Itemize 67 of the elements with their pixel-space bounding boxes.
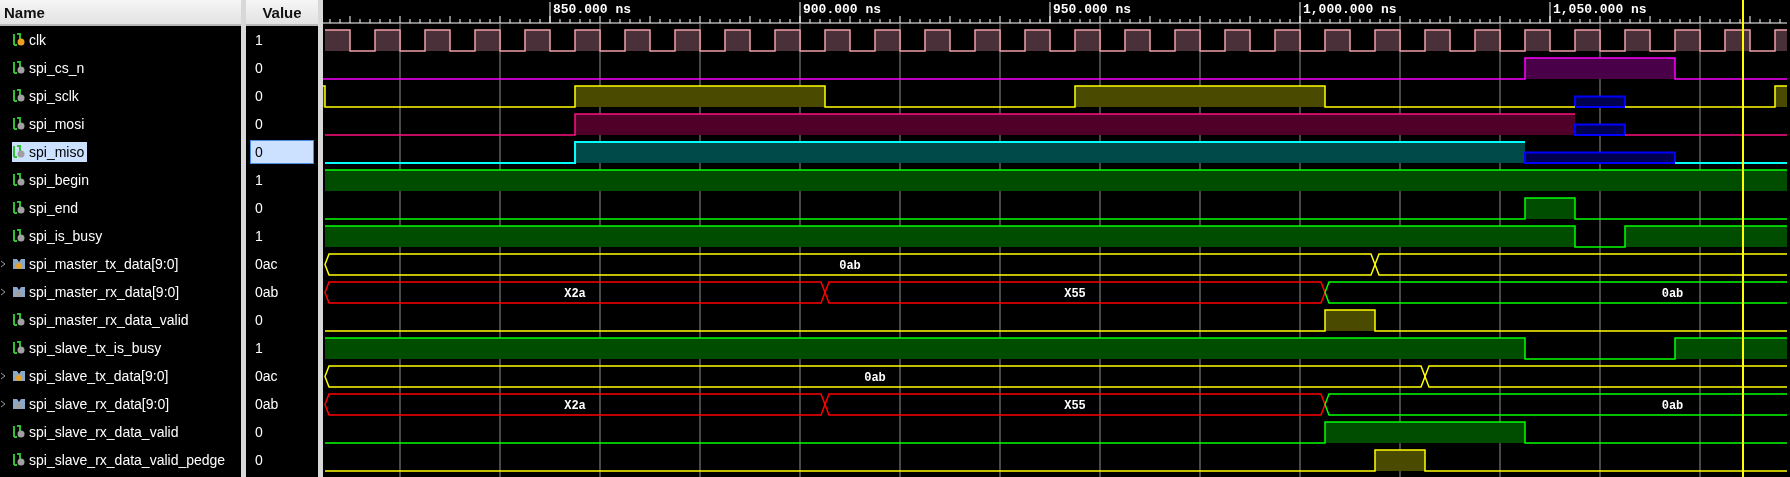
time-label: 1,000.000 ns: [1303, 2, 1397, 17]
signal-name[interactable]: spi_master_tx_data[9:0]: [12, 254, 182, 274]
signal-name[interactable]: spi_begin: [12, 170, 92, 190]
signal-value[interactable]: 1: [250, 336, 314, 360]
expand-icon[interactable]: [0, 372, 6, 380]
signal-name[interactable]: spi_slave_rx_data_valid_pedge: [12, 450, 229, 470]
expand-icon[interactable]: [0, 260, 6, 268]
time-label: 850.000 ns: [553, 2, 631, 17]
signal-value[interactable]: 0ac: [250, 364, 314, 388]
time-label: 900.000 ns: [803, 2, 881, 17]
bus-value: 0ab: [864, 370, 886, 385]
bit-signal-icon: [12, 313, 26, 327]
bit-signal-icon: [12, 341, 26, 355]
bit-signal-icon: [12, 89, 26, 103]
name-column-header[interactable]: Name: [0, 0, 241, 26]
bit-signal-icon: [12, 201, 26, 215]
bus-value: 0ab: [839, 258, 861, 273]
expand-icon[interactable]: [0, 400, 6, 408]
bus-signal-icon: [12, 397, 26, 411]
bus-value: X55: [1064, 286, 1086, 301]
bit-signal-icon: [12, 61, 26, 75]
signal-name[interactable]: spi_is_busy: [12, 226, 106, 246]
signal-value[interactable]: 0: [250, 308, 314, 332]
signal-name[interactable]: spi_slave_tx_data[9:0]: [12, 366, 172, 386]
signal-value[interactable]: 0: [250, 56, 314, 80]
bus-value: X55: [1064, 398, 1086, 413]
time-label: 1,050.000 ns: [1553, 2, 1647, 17]
signal-value[interactable]: 0: [250, 140, 314, 164]
bus-value: X2a: [564, 286, 586, 301]
bus-value: 0ab: [1661, 398, 1684, 413]
signal-name[interactable]: spi_miso: [12, 142, 88, 162]
bit-signal-icon: [12, 425, 26, 439]
signal-value[interactable]: 0: [250, 84, 314, 108]
signal-value[interactable]: 0ac: [250, 252, 314, 276]
bit-signal-icon: [12, 117, 26, 131]
bit-signal-icon: [12, 229, 26, 243]
signal-value[interactable]: 0ab: [250, 280, 314, 304]
signal-value[interactable]: 1: [250, 224, 314, 248]
signal-value[interactable]: 0: [250, 420, 314, 444]
expand-icon[interactable]: [0, 288, 6, 296]
signal-name[interactable]: spi_end: [12, 198, 82, 218]
signal-name[interactable]: spi_slave_rx_data_valid: [12, 422, 182, 442]
bit-signal-icon: [12, 453, 26, 467]
bit-signal-icon: [12, 173, 26, 187]
signal-value[interactable]: 0: [250, 112, 314, 136]
time-label: 950.000 ns: [1053, 2, 1131, 17]
bit-signal-icon: [12, 145, 26, 159]
signal-name[interactable]: spi_slave_tx_is_busy: [12, 338, 165, 358]
bit-signal-icon: [12, 33, 26, 47]
bus-signal-icon: [12, 369, 26, 383]
bus-signal-icon: [12, 257, 26, 271]
signal-name[interactable]: clk: [12, 30, 50, 50]
signal-name[interactable]: spi_master_rx_data[9:0]: [12, 282, 183, 302]
signal-name[interactable]: spi_cs_n: [12, 58, 88, 78]
signal-value[interactable]: 0: [250, 196, 314, 220]
bus-value: X2a: [564, 398, 586, 413]
bus-signal-icon: [12, 285, 26, 299]
signal-name[interactable]: spi_master_rx_data_valid: [12, 310, 192, 330]
signal-value[interactable]: 1: [250, 28, 314, 52]
signal-name[interactable]: spi_slave_rx_data[9:0]: [12, 394, 173, 414]
signal-value[interactable]: 0: [250, 448, 314, 472]
signal-value[interactable]: 1: [250, 168, 314, 192]
bus-value: 0ab: [1661, 286, 1684, 301]
signal-name[interactable]: spi_sclk: [12, 86, 82, 106]
value-column-header[interactable]: Value: [246, 0, 318, 26]
signal-value[interactable]: 0ab: [250, 392, 314, 416]
signal-name[interactable]: spi_mosi: [12, 114, 88, 134]
